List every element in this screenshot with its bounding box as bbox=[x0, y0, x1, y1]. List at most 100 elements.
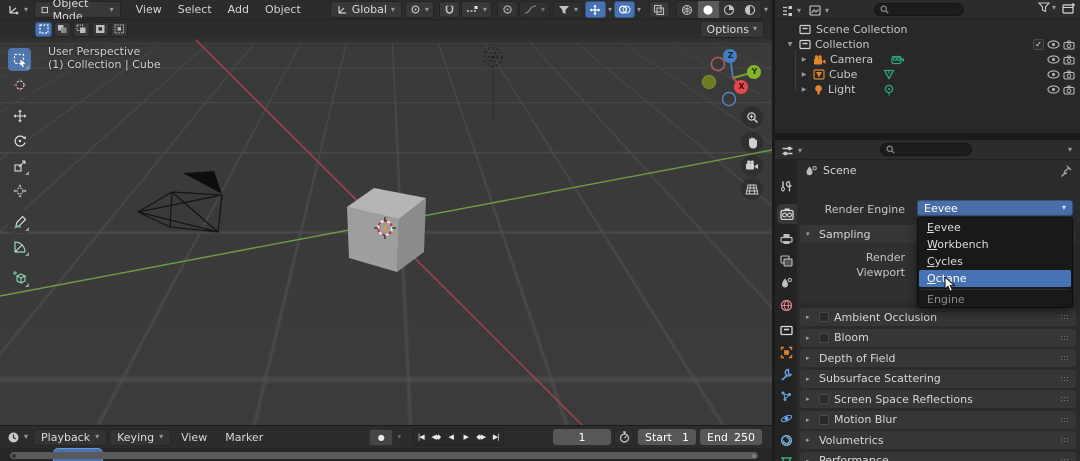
panel-subsurface-scattering[interactable]: ▸ Subsurface Scattering bbox=[800, 370, 1076, 388]
tab-object-properties[interactable] bbox=[775, 342, 797, 362]
panel-motion-blur[interactable]: ▸ Motion Blur bbox=[800, 411, 1076, 429]
disable-render-camera-icon[interactable] bbox=[1063, 40, 1075, 50]
panel-performance[interactable]: ▸ Performance bbox=[800, 452, 1076, 461]
jump-to-start-button[interactable]: |◀ bbox=[413, 429, 428, 445]
outliner-row-camera[interactable]: ▶ Camera bbox=[775, 52, 1080, 67]
shading-material-button[interactable] bbox=[719, 1, 740, 18]
cube-object[interactable] bbox=[347, 188, 426, 272]
editor-divider-horizontal[interactable] bbox=[775, 133, 1080, 140]
tool-rotate[interactable] bbox=[8, 129, 31, 152]
ambient-occlusion-checkbox[interactable] bbox=[819, 312, 829, 322]
tool-scale[interactable] bbox=[8, 154, 31, 177]
show-overlays-toggle[interactable] bbox=[614, 1, 635, 18]
drag-handle-icon[interactable] bbox=[1060, 376, 1070, 382]
timeline-track-area[interactable] bbox=[0, 448, 772, 461]
keying-menu[interactable]: Keying ▾ bbox=[109, 429, 171, 446]
play-reverse-button[interactable]: ◀ bbox=[443, 429, 458, 445]
drag-handle-icon[interactable] bbox=[1060, 417, 1070, 423]
panel-ambient-occlusion[interactable]: ▸ Ambient Occlusion bbox=[800, 308, 1076, 326]
zoom-view-button[interactable] bbox=[741, 106, 763, 128]
viewport-3d[interactable]: Z Y X User Perspective (1) Collection | … bbox=[0, 38, 772, 425]
disable-render-camera-icon[interactable] bbox=[1063, 55, 1075, 65]
next-keyframe-button[interactable]: ◆▶ bbox=[473, 429, 488, 445]
tab-output-properties[interactable] bbox=[775, 229, 797, 249]
drag-handle-icon[interactable] bbox=[1060, 335, 1070, 341]
tool-select-box[interactable] bbox=[8, 48, 31, 71]
select-mode-set-button[interactable] bbox=[35, 22, 52, 37]
drag-handle-icon[interactable] bbox=[1060, 396, 1070, 402]
bloom-checkbox[interactable] bbox=[819, 333, 829, 343]
hide-eye-icon[interactable] bbox=[1047, 55, 1060, 64]
motion-blur-checkbox[interactable] bbox=[819, 415, 829, 425]
drag-handle-icon[interactable] bbox=[1060, 355, 1070, 361]
pin-icon[interactable] bbox=[1060, 165, 1072, 177]
toggle-ortho-button[interactable] bbox=[741, 178, 763, 200]
tool-measure[interactable] bbox=[8, 235, 31, 258]
prev-keyframe-button[interactable]: ◀◆ bbox=[428, 429, 443, 445]
mode-dropdown[interactable]: Object Mode ▾ bbox=[34, 1, 121, 18]
pivot-point-dropdown[interactable]: ▾ bbox=[405, 1, 434, 18]
chevron-down-icon[interactable]: ▾ bbox=[608, 6, 612, 14]
select-mode-invert-button[interactable] bbox=[92, 22, 109, 37]
menu-item-octane[interactable]: Octane bbox=[919, 270, 1071, 287]
tool-cursor[interactable] bbox=[8, 73, 31, 96]
hide-eye-icon[interactable] bbox=[1047, 85, 1060, 94]
render-engine-dropdown[interactable]: Eevee ▾ bbox=[917, 200, 1073, 216]
transform-orientation-dropdown[interactable]: Global ▾ bbox=[330, 1, 402, 18]
show-gizmo-toggle[interactable] bbox=[585, 1, 606, 18]
disclosure-closed-icon[interactable]: ▶ bbox=[799, 71, 809, 78]
drag-handle-icon[interactable] bbox=[1060, 437, 1070, 443]
gizmo-neg-z[interactable] bbox=[723, 93, 736, 106]
snap-toggle-button[interactable] bbox=[439, 1, 460, 18]
timeline-scrollbar[interactable] bbox=[10, 452, 758, 459]
use-preview-range-button[interactable] bbox=[614, 429, 634, 446]
menu-view[interactable]: View bbox=[128, 1, 170, 19]
tab-tool-properties[interactable] bbox=[775, 176, 797, 196]
outliner-row-cube[interactable]: ▶ Cube bbox=[775, 67, 1080, 82]
frame-start-field[interactable]: Start 1 bbox=[638, 429, 696, 445]
tab-particle-properties[interactable] bbox=[775, 386, 797, 406]
breadcrumb-scene-label[interactable]: Scene bbox=[823, 164, 857, 177]
tab-view-layer-properties[interactable] bbox=[775, 251, 797, 271]
disclosure-closed-icon[interactable]: ▶ bbox=[799, 86, 809, 93]
timeline-editor-button[interactable]: ▾ bbox=[4, 429, 31, 446]
panel-volumetrics[interactable]: ▸ Volumetrics bbox=[800, 431, 1076, 449]
timeline-view-menu[interactable]: View bbox=[173, 428, 215, 446]
menu-item-eevee[interactable]: Eevee bbox=[919, 219, 1071, 236]
options-dropdown[interactable]: Options ▾ bbox=[700, 21, 764, 38]
tab-render-properties[interactable] bbox=[777, 204, 797, 224]
outliner-filter-dropdown[interactable]: ▾ bbox=[1038, 2, 1056, 13]
select-mode-subtract-button[interactable] bbox=[73, 22, 90, 37]
hide-eye-icon[interactable] bbox=[1047, 70, 1060, 79]
auto-keyframe-record-button[interactable]: ● bbox=[369, 429, 393, 446]
chevron-down-icon[interactable]: ▾ bbox=[1068, 146, 1072, 154]
proportional-falloff-dropdown[interactable]: ▾ bbox=[519, 1, 550, 18]
tool-add-cube[interactable] bbox=[8, 266, 31, 289]
screen-space-reflections-checkbox[interactable] bbox=[819, 394, 829, 404]
tab-constraint-properties[interactable] bbox=[775, 430, 797, 450]
tool-annotate[interactable] bbox=[8, 210, 31, 233]
properties-search-input[interactable] bbox=[880, 143, 972, 156]
outliner-row-scene-collection[interactable]: Scene Collection bbox=[775, 22, 1080, 37]
select-mode-intersect-button[interactable] bbox=[111, 22, 128, 37]
timeline-marker-menu[interactable]: Marker bbox=[217, 428, 271, 446]
gizmo-neg-x[interactable] bbox=[712, 58, 725, 71]
tab-data-properties[interactable] bbox=[775, 452, 797, 461]
tab-modifier-properties[interactable] bbox=[775, 364, 797, 384]
gizmo-neg-y[interactable] bbox=[703, 76, 716, 89]
tool-transform[interactable] bbox=[8, 179, 31, 202]
frame-end-field[interactable]: End 250 bbox=[700, 429, 762, 445]
chevron-down-icon[interactable]: ▾ bbox=[764, 6, 768, 14]
drag-handle-icon[interactable] bbox=[1060, 458, 1070, 461]
menu-add[interactable]: Add bbox=[220, 1, 257, 19]
editor-type-button[interactable]: ▾ bbox=[4, 1, 31, 18]
playback-menu[interactable]: Playback ▾ bbox=[33, 429, 107, 446]
current-frame-field[interactable]: 1 bbox=[553, 429, 611, 445]
shading-solid-button[interactable] bbox=[698, 1, 719, 18]
select-mode-extend-button[interactable] bbox=[54, 22, 71, 37]
tab-world-properties[interactable] bbox=[775, 295, 797, 315]
panel-screen-space-reflections[interactable]: ▸ Screen Space Reflections bbox=[800, 390, 1076, 408]
outliner-display-mode-dropdown[interactable]: ▾ bbox=[806, 2, 832, 19]
drag-handle-icon[interactable] bbox=[1060, 314, 1070, 320]
xray-toggle[interactable] bbox=[649, 1, 670, 18]
